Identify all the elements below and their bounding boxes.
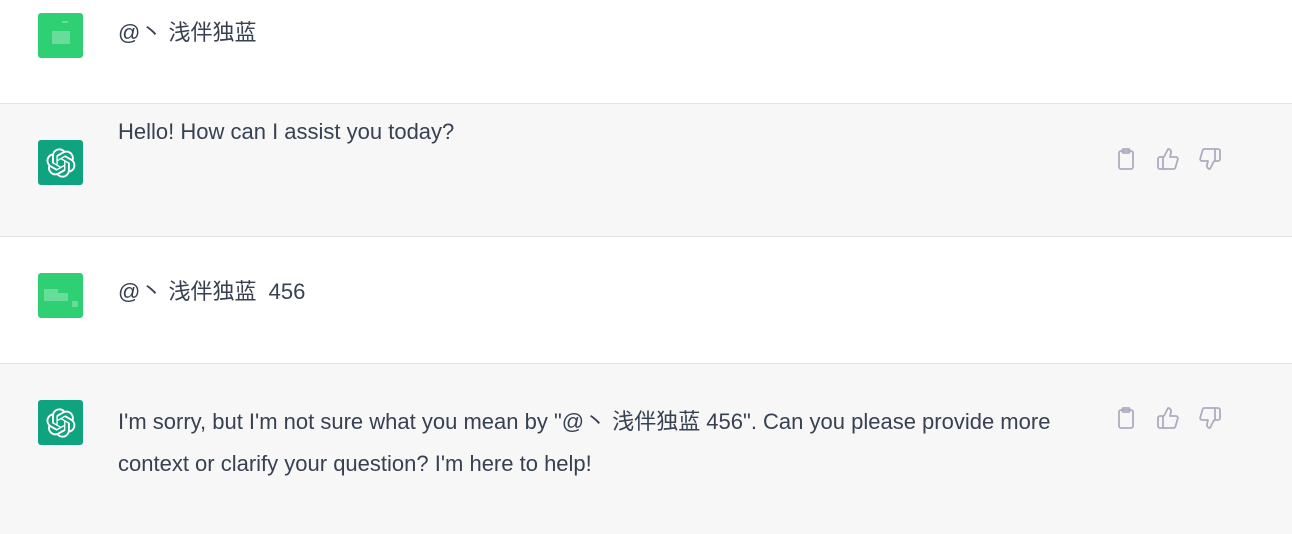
avatar-pixel (52, 31, 70, 44)
avatar-pixel (44, 289, 58, 301)
message-row-user: @丶 浅伴独蓝 (0, 0, 1292, 103)
user-avatar (38, 13, 83, 58)
thumbs-up-icon[interactable] (1156, 147, 1180, 171)
thumbs-up-icon[interactable] (1156, 406, 1180, 430)
user-avatar (38, 273, 83, 318)
thumbs-down-icon[interactable] (1198, 406, 1222, 430)
message-actions (1114, 147, 1222, 171)
avatar-pixel (62, 21, 68, 23)
openai-logo-icon (38, 400, 83, 445)
assistant-message-text: I'm sorry, but I'm not sure what you mea… (118, 409, 1051, 476)
thumbs-down-icon[interactable] (1198, 147, 1222, 171)
message-actions (1114, 406, 1222, 430)
avatar-pixel (72, 301, 78, 307)
clipboard-icon[interactable] (1114, 406, 1138, 430)
assistant-message-text: Hello! How can I assist you today? (118, 119, 455, 144)
openai-logo-icon (38, 140, 83, 185)
message-row-assistant: Hello! How can I assist you today? (0, 103, 1292, 236)
message-row-user: @丶 浅伴独蓝 456 (0, 236, 1292, 363)
clipboard-icon[interactable] (1114, 147, 1138, 171)
user-message-text: @丶 浅伴独蓝 456 (118, 279, 306, 304)
user-message-text: @丶 浅伴独蓝 (118, 20, 257, 45)
message-row-assistant: I'm sorry, but I'm not sure what you mea… (0, 363, 1292, 534)
avatar-pixel (58, 293, 68, 301)
